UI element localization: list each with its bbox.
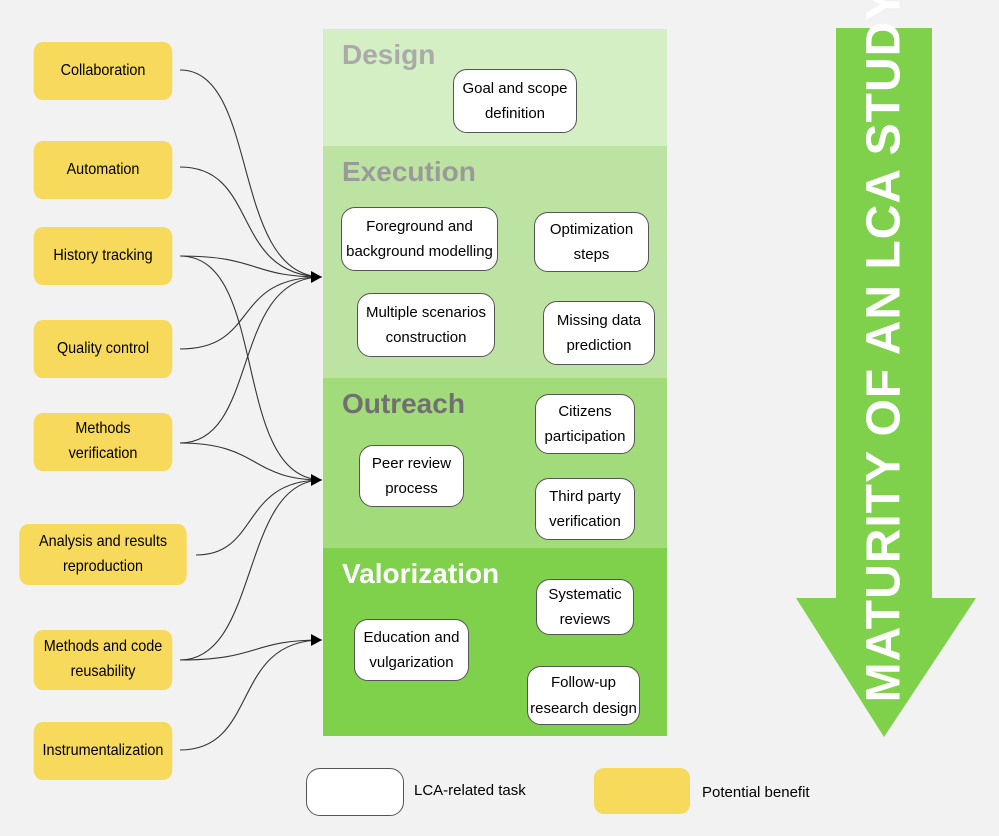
task-label: Multiple scenarios construction xyxy=(365,303,487,347)
task-peer-review: Peer review process xyxy=(359,445,464,507)
task-follow-up-research: Follow-up research design xyxy=(527,666,640,725)
benefit-label: Methods verification xyxy=(68,420,138,462)
task-foreground-background: Foreground and background modelling xyxy=(341,207,498,271)
connector-methods-verification-1 xyxy=(179,276,323,444)
task-label: Optimization steps xyxy=(549,220,634,264)
stage-title-outreach: Outreach xyxy=(342,388,465,419)
legend-benefit-label: Potential benefit xyxy=(702,784,810,801)
task-third-party-verification: Third party verification xyxy=(535,478,635,540)
benefit-label: Instrumentalization xyxy=(42,741,164,759)
benefit-collaboration: Collaboration xyxy=(33,42,173,100)
task-optimization-steps: Optimization steps xyxy=(534,212,649,272)
arrowhead-outreach xyxy=(311,474,322,486)
task-multiple-scenarios: Multiple scenarios construction xyxy=(357,293,495,357)
connector-methods-reusability-2 xyxy=(179,639,323,661)
task-label: Citizens participation xyxy=(544,402,626,446)
benefit-label: Automation xyxy=(66,160,140,178)
benefit-methods-reusability: Methods and code reusability xyxy=(33,630,173,690)
legend-task-swatch xyxy=(306,768,404,816)
connector-quality-control xyxy=(179,276,323,350)
benefit-history-tracking: History tracking xyxy=(33,227,173,285)
stage-valorization: Valorization Systematic reviews Educatio… xyxy=(323,548,667,736)
benefit-methods-verification: Methods verification xyxy=(33,413,173,471)
task-label: Follow-up research design xyxy=(530,674,637,717)
stage-design: Design Goal and scope definition xyxy=(323,29,667,146)
connector-instrumentalization xyxy=(179,639,323,751)
stage-title-design: Design xyxy=(342,39,436,70)
benefit-label: History tracking xyxy=(53,246,153,264)
legend-benefit-swatch xyxy=(594,768,690,814)
arrowhead-execution xyxy=(311,271,322,283)
connector-automation xyxy=(179,166,323,278)
benefit-label: Quality control xyxy=(56,339,150,357)
task-systematic-reviews: Systematic reviews xyxy=(536,579,634,635)
benefit-label: Collaboration xyxy=(60,61,146,79)
maturity-label-text: MATURITY OF AN LCA STUDY xyxy=(857,0,911,703)
stage-outreach: Outreach Citizens participation Peer rev… xyxy=(323,378,667,548)
legend-task-label: LCA-related task xyxy=(414,782,526,799)
task-citizens-participation: Citizens participation xyxy=(535,394,635,454)
task-label: Third party verification xyxy=(549,487,621,531)
task-label: Missing data prediction xyxy=(556,311,642,355)
benefit-label: Analysis and results reproduction xyxy=(38,532,168,575)
task-missing-data: Missing data prediction xyxy=(543,301,655,365)
task-label: Foreground and background modelling xyxy=(346,217,493,261)
benefit-label: Methods and code reusability xyxy=(43,638,163,680)
connector-methods-reusability-1 xyxy=(179,479,323,661)
stage-title-execution: Execution xyxy=(342,156,476,187)
task-label: Goal and scope definition xyxy=(462,79,568,123)
connector-collaboration xyxy=(179,69,323,278)
task-goal-scope: Goal and scope definition xyxy=(453,69,577,133)
benefit-instrumentalization: Instrumentalization xyxy=(33,722,173,780)
task-label: Education and vulgarization xyxy=(363,628,460,672)
benefit-analysis-reproduction: Analysis and results reproduction xyxy=(19,524,187,585)
task-label: Systematic reviews xyxy=(548,585,622,629)
task-education-vulgarization: Education and vulgarization xyxy=(354,619,469,681)
task-label: Peer review process xyxy=(371,454,452,498)
benefit-quality-control: Quality control xyxy=(33,320,173,378)
stage-title-valorization: Valorization xyxy=(342,558,500,589)
benefit-automation: Automation xyxy=(33,141,173,199)
connector-history-tracking-2 xyxy=(179,255,323,481)
stage-execution: Execution Foreground and background mode… xyxy=(323,146,667,378)
arrowhead-valorization xyxy=(311,634,322,646)
